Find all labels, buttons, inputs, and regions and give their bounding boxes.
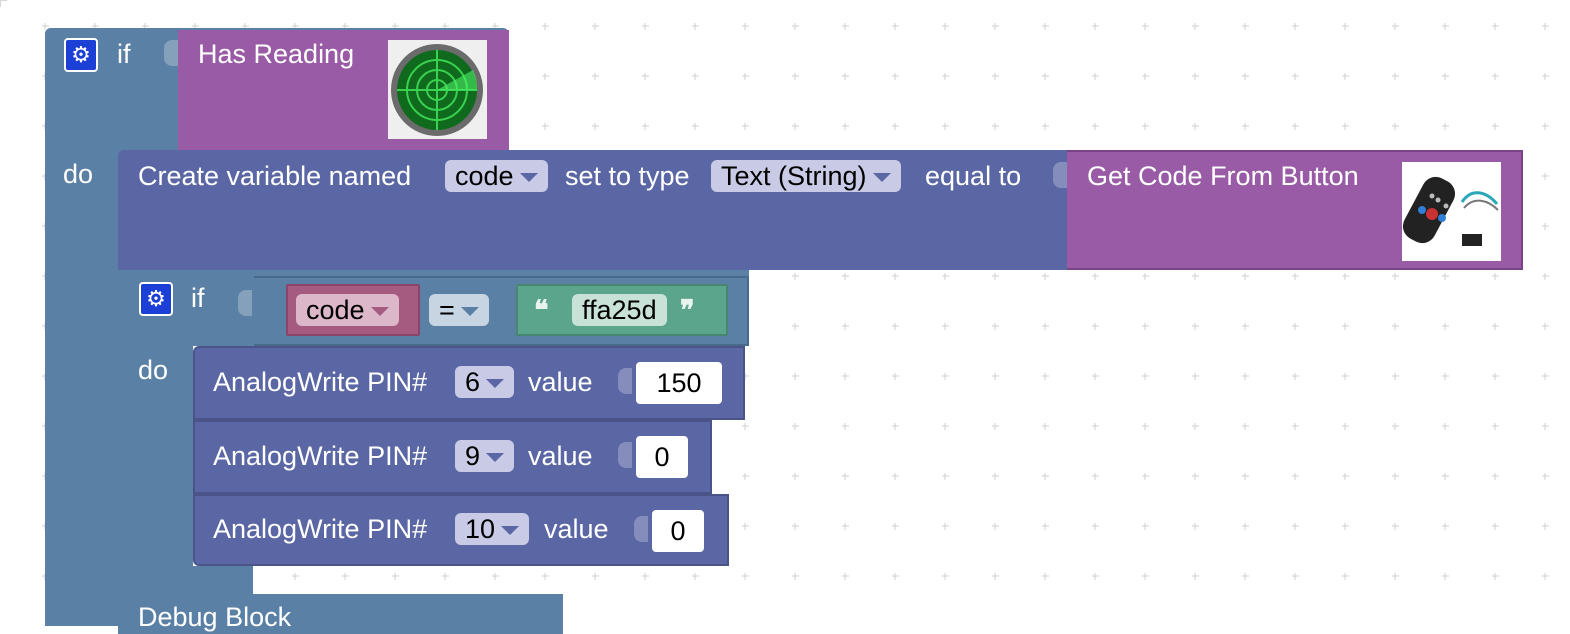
variable-name-value: code (455, 161, 514, 191)
pin-dropdown[interactable]: 9 (455, 440, 515, 472)
input-socket (618, 368, 632, 394)
analog-value-input[interactable]: 0 (650, 508, 706, 554)
string-value-field[interactable]: ffa25d (572, 294, 667, 326)
create-variable-prefix: Create variable named (138, 161, 412, 191)
get-code-label: Get Code From Button (1087, 161, 1359, 191)
variable-type-value: Text (String) (721, 161, 867, 191)
has-reading-label: Has Reading (198, 39, 355, 69)
create-variable-suffix: equal to (925, 161, 1022, 191)
gear-icon[interactable]: ⚙ (139, 282, 173, 316)
input-socket (1053, 162, 1067, 188)
variable-get-value: code (306, 295, 365, 325)
operator-value: = (439, 295, 455, 325)
analog-write-label: AnalogWrite PIN# (213, 367, 428, 397)
value-label: value (544, 514, 609, 544)
chevron-down-icon (486, 379, 505, 389)
variable-name-dropdown[interactable]: code (445, 160, 548, 192)
radar-sensor-image (388, 40, 487, 139)
inner-do-keyword: do (138, 355, 169, 385)
value-label: value (528, 367, 593, 397)
ir-remote-image (1402, 162, 1501, 261)
operator-dropdown[interactable]: = (429, 294, 489, 326)
chevron-down-icon (486, 453, 505, 463)
analog-write-label: AnalogWrite PIN# (213, 441, 428, 471)
input-socket (238, 290, 252, 316)
analog-value-input[interactable]: 0 (634, 434, 690, 480)
input-socket (634, 516, 648, 542)
close-quote-icon: ❞ (680, 295, 695, 325)
input-socket (618, 442, 632, 468)
value-label: value (528, 441, 593, 471)
do-keyword: do (63, 159, 94, 189)
create-variable-mid: set to type (565, 161, 690, 191)
outer-if-stem (45, 150, 118, 626)
string-value: ffa25d (582, 295, 657, 325)
pin-value: 10 (465, 514, 496, 544)
chevron-down-icon (460, 307, 479, 317)
analog-write-label: AnalogWrite PIN# (213, 514, 428, 544)
chevron-down-icon (370, 307, 389, 317)
variable-type-dropdown[interactable]: Text (String) (711, 160, 901, 192)
chevron-down-icon (501, 526, 520, 536)
gear-icon[interactable]: ⚙ (64, 38, 98, 72)
inner-if-footer (118, 566, 253, 594)
inner-if-keyword: if (191, 283, 205, 313)
pin-value: 6 (465, 367, 481, 397)
chevron-down-icon (519, 173, 538, 183)
if-keyword: if (117, 39, 131, 69)
pin-dropdown[interactable]: 6 (455, 366, 515, 398)
pin-dropdown[interactable]: 10 (455, 513, 530, 545)
chevron-down-icon (872, 173, 891, 183)
input-socket (164, 40, 178, 66)
open-quote-icon: ❝ (534, 295, 549, 325)
analog-value-input[interactable]: 150 (634, 360, 724, 406)
debug-block-label: Debug Block (138, 602, 292, 632)
variable-get-dropdown[interactable]: code (296, 294, 399, 326)
pin-value: 9 (465, 441, 481, 471)
